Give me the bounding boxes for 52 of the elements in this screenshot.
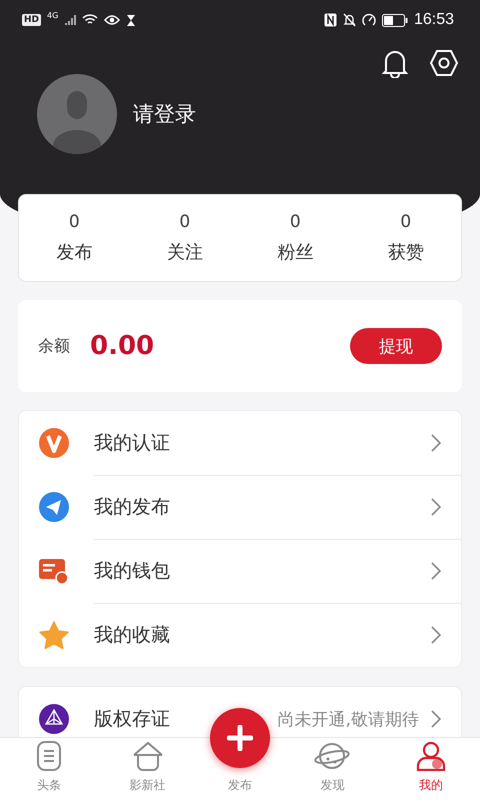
wallet-card-icon: [39, 557, 69, 585]
settings-icon[interactable]: [430, 50, 458, 76]
document-icon: [37, 741, 62, 771]
menu-item[interactable]: 我的钱包: [94, 558, 431, 584]
avatar-icon[interactable]: [37, 74, 117, 154]
network-type: 4G: [47, 11, 58, 20]
speedometer-icon: [362, 13, 376, 27]
balance-amount: 0.00: [90, 331, 156, 361]
menu-item[interactable]: 我的收藏: [94, 622, 431, 648]
battery-icon: [382, 14, 408, 26]
stat-value: 0: [290, 212, 301, 232]
tab[interactable]: 我的: [382, 738, 480, 800]
hd-indicator: HD: [22, 14, 42, 26]
add-icon[interactable]: [210, 708, 270, 768]
menu-item[interactable]: 版权存证: [94, 706, 278, 732]
menu-item[interactable]: 我的发布: [94, 494, 431, 520]
chevron-icon: [431, 562, 441, 580]
login-prompt[interactable]: 请登录: [133, 100, 196, 128]
stat-label[interactable]: 粉丝: [277, 240, 314, 264]
wifi-icon: [82, 14, 98, 26]
eye-icon: [104, 14, 120, 26]
v-badge-icon: [39, 428, 69, 458]
balance-label: 余额: [38, 336, 70, 356]
stat-label[interactable]: 关注: [166, 240, 203, 264]
nfc-icon: [324, 13, 337, 27]
network-node-icon: [39, 704, 69, 734]
chevron-icon: [431, 498, 441, 516]
tab[interactable]: 发布: [228, 777, 252, 794]
stat-value: 0: [179, 212, 190, 232]
chevron-icon: [431, 434, 441, 452]
signal-icon: [64, 14, 76, 26]
hourglass-icon: [126, 14, 136, 26]
paper-plane-icon: [39, 492, 69, 522]
muted-bell-icon: [342, 13, 356, 27]
bell-icon[interactable]: [382, 50, 408, 78]
chevron-icon: [431, 626, 441, 644]
stat-value: 0: [68, 212, 80, 232]
planet-icon: [314, 741, 350, 771]
tab[interactable]: 影新社: [98, 738, 197, 800]
clock-time: 16:53: [414, 11, 454, 29]
hut-icon: [132, 741, 164, 771]
person-icon: [416, 741, 446, 771]
tab[interactable]: 发现: [283, 738, 382, 800]
stat-value: 0: [400, 212, 412, 232]
stat-label[interactable]: 发布: [56, 240, 92, 264]
withdraw-button[interactable]: 提现: [350, 328, 442, 364]
menu-item[interactable]: 我的认证: [94, 430, 431, 456]
stat-label[interactable]: 获赞: [388, 240, 424, 264]
star-icon: [39, 620, 69, 650]
tab[interactable]: 头条: [0, 738, 98, 800]
chevron-icon: [431, 710, 441, 728]
status-note: 尚未开通,敬请期待: [278, 708, 419, 730]
